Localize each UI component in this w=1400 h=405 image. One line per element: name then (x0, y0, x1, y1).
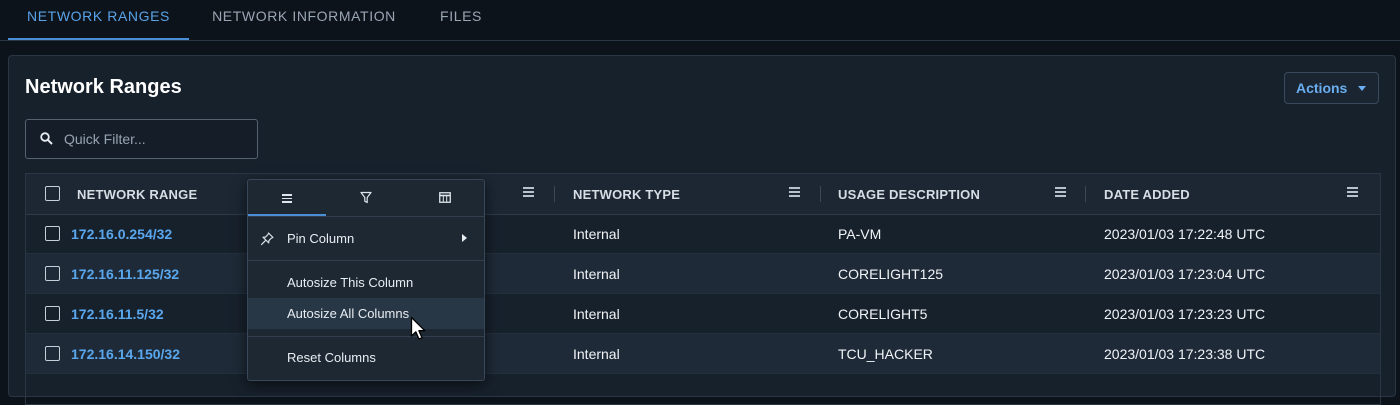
column-menu-icon[interactable] (789, 187, 800, 197)
usage-description-cell: CORELIGHT5 (838, 306, 928, 322)
menu-item-autosize-this-column[interactable]: Autosize This Column (248, 267, 484, 298)
table-header: NETWORK RANGE NETWORK TYPE USAGE DESCRIP… (26, 174, 1380, 215)
date-added-cell: 2023/01/03 17:23:23 UTC (1104, 306, 1266, 322)
tab-network-information[interactable]: NETWORK INFORMATION (199, 0, 409, 38)
table-row: 172.16.11.125/32 Internal CORELIGHT125 2… (26, 254, 1380, 294)
column-menu-icon[interactable] (1347, 187, 1358, 197)
filter-icon (360, 191, 372, 204)
actions-button[interactable]: Actions (1284, 72, 1379, 104)
usage-description-cell: CORELIGHT125 (838, 266, 944, 282)
date-added-cell: 2023/01/03 17:23:38 UTC (1104, 346, 1266, 362)
network-range-link[interactable]: 172.16.14.150/32 (71, 346, 180, 362)
network-range-link[interactable]: 172.16.11.5/32 (71, 306, 164, 322)
caret-down-icon (1358, 86, 1366, 91)
column-menu-tab-filter[interactable] (327, 180, 405, 216)
mouse-cursor-icon (410, 316, 426, 340)
row-checkbox[interactable] (45, 226, 60, 241)
network-range-link[interactable]: 172.16.11.125/32 (71, 266, 179, 282)
row-checkbox[interactable] (45, 346, 60, 361)
menu-divider (248, 260, 484, 261)
table-row: 172.16.14.150/32 Internal TCU_HACKER 202… (26, 334, 1380, 374)
column-menu-popup: Pin Column Autosize This Column Autosize… (247, 179, 485, 381)
submenu-arrow-icon (462, 234, 467, 242)
column-menu-tabs (248, 180, 484, 217)
top-tabs: NETWORK RANGES NETWORK INFORMATION FILES (0, 0, 1400, 41)
actions-label: Actions (1296, 80, 1348, 96)
select-all-checkbox[interactable] (45, 186, 60, 201)
column-menu-icon[interactable] (1055, 187, 1066, 197)
search-icon (40, 132, 53, 145)
menu-item-label: Autosize This Column (287, 275, 414, 290)
column-resize-handle[interactable] (1085, 186, 1086, 202)
network-type-cell: Internal (573, 266, 620, 282)
menu-item-label: Pin Column (287, 231, 355, 246)
date-added-cell: 2023/01/03 17:22:48 UTC (1104, 226, 1266, 242)
menu-item-label: Autosize All Columns (287, 306, 410, 321)
tab-files[interactable]: FILES (425, 0, 497, 38)
menu-divider (248, 336, 484, 337)
usage-description-cell: TCU_HACKER (838, 346, 933, 362)
network-type-cell: Internal (573, 226, 620, 242)
column-header-network-range[interactable]: NETWORK RANGE (77, 187, 197, 202)
menu-icon (282, 194, 292, 203)
column-menu-icon[interactable] (523, 187, 534, 197)
menu-item-label: Reset Columns (287, 350, 376, 365)
column-menu-tab-columns[interactable] (406, 180, 484, 216)
table-row: 172.16.0.254/32 Internal PA-VM 2023/01/0… (26, 214, 1380, 254)
quick-filter (25, 119, 258, 159)
column-resize-handle[interactable] (554, 186, 555, 202)
menu-item-reset-columns[interactable]: Reset Columns (248, 342, 484, 373)
usage-description-cell: PA-VM (838, 226, 882, 242)
network-range-link[interactable]: 172.16.0.254/32 (71, 226, 172, 242)
network-ranges-panel: Network Ranges Actions NETWORK RANGE NET… (8, 55, 1396, 405)
column-header-network-type[interactable]: NETWORK TYPE (573, 187, 680, 202)
row-checkbox[interactable] (45, 266, 60, 281)
quick-filter-input[interactable] (64, 120, 249, 158)
page-title: Network Ranges (25, 76, 182, 98)
column-resize-handle[interactable] (820, 186, 821, 202)
row-checkbox[interactable] (45, 306, 60, 321)
table-row: 172.16.11.5/32 Internal CORELIGHT5 2023/… (26, 294, 1380, 334)
network-ranges-table: NETWORK RANGE NETWORK TYPE USAGE DESCRIP… (25, 173, 1381, 405)
menu-item-pin-column[interactable]: Pin Column (248, 223, 484, 254)
network-type-cell: Internal (573, 346, 620, 362)
column-header-usage-description[interactable]: USAGE DESCRIPTION (838, 187, 980, 202)
menu-item-autosize-all-columns[interactable]: Autosize All Columns (248, 298, 484, 329)
pin-icon (260, 232, 274, 246)
columns-icon (439, 192, 451, 203)
date-added-cell: 2023/01/03 17:23:04 UTC (1104, 266, 1266, 282)
column-header-date-added[interactable]: DATE ADDED (1104, 187, 1190, 202)
tab-network-ranges[interactable]: NETWORK RANGES (8, 0, 189, 40)
network-type-cell: Internal (573, 306, 620, 322)
column-menu-tab-general[interactable] (248, 180, 326, 216)
